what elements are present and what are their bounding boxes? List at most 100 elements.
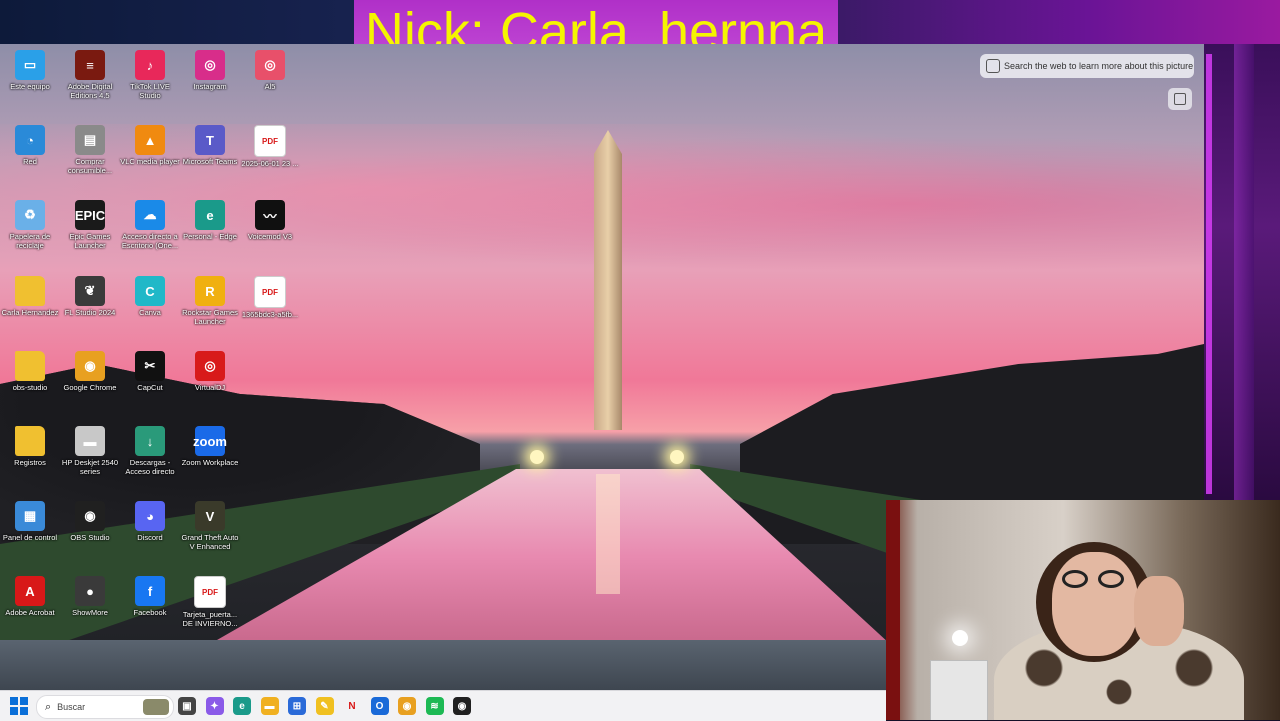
wallpaper-lamp bbox=[530, 450, 544, 464]
desktop-icon-label: Comprar consumible... bbox=[67, 157, 113, 175]
folder-icon bbox=[15, 276, 45, 306]
desktop-icon[interactable]: ◔ Red bbox=[0, 121, 60, 166]
desktop-icon-label: Discord bbox=[137, 533, 163, 542]
desktop-icon[interactable]: ◉ OBS Studio bbox=[60, 497, 120, 542]
desktop-icon[interactable]: C Canva bbox=[120, 272, 180, 317]
desktop-icon[interactable]: ▭ Este equipo bbox=[0, 46, 60, 91]
desktop-icon-label: obs-studio bbox=[12, 383, 48, 392]
desktop-icon-label: Este equipo bbox=[10, 82, 50, 91]
adobe-digital-editions-icon: ≡ bbox=[75, 50, 105, 80]
desktop-icon[interactable]: ◎ Al5 bbox=[240, 46, 300, 91]
desktop-icon[interactable]: R Rockstar Games Launcher bbox=[180, 272, 240, 326]
desktop-icon-label: Epic Games Launcher bbox=[69, 232, 111, 250]
desktop-icon[interactable]: Carla Hernandez bbox=[0, 272, 60, 317]
desktop-icon[interactable]: ❦ FL Studio 2024 bbox=[60, 272, 120, 317]
desktop-icon-label: Acceso directo a Escritorio (One... bbox=[121, 232, 179, 250]
start-button[interactable] bbox=[10, 697, 28, 715]
vlc-icon: ▲ bbox=[135, 125, 165, 155]
instagram-alt-icon: ◎ bbox=[255, 50, 285, 80]
wallpaper-lamp bbox=[670, 450, 684, 464]
desktop-icon[interactable]: ↓ Descargas - Acceso directo bbox=[120, 422, 180, 476]
tiktok-icon: ♪ bbox=[135, 50, 165, 80]
scan-icon bbox=[1174, 93, 1186, 105]
sticky-app-icon[interactable]: ✎ bbox=[315, 697, 334, 715]
desktop-icon[interactable]: PDF 2025-06-01 23 ... bbox=[240, 121, 300, 168]
desktop-icon[interactable]: obs-studio bbox=[0, 347, 60, 392]
visual-search-label: Search the web to learn more about this … bbox=[1004, 61, 1194, 71]
visual-search-button[interactable] bbox=[1168, 88, 1192, 110]
desktop-icon[interactable]: PDF 1365bdc3-a5fb... bbox=[240, 272, 300, 319]
desktop-icon[interactable]: ▦ Panel de control bbox=[0, 497, 60, 542]
pdf-icon: PDF bbox=[194, 576, 226, 608]
desktop-icon[interactable]: ◉ Google Chrome bbox=[60, 347, 120, 392]
desktop-icon[interactable]: T Microsoft Teams bbox=[180, 121, 240, 166]
desktop-icon[interactable]: ♻ Papelera de reciclaje bbox=[0, 196, 60, 250]
desktop-icon[interactable]: ◎ Instagram bbox=[180, 46, 240, 91]
fl-studio-icon: ❦ bbox=[75, 276, 105, 306]
voicemod-icon: 〰 bbox=[255, 200, 285, 230]
stream-frame-glow bbox=[1206, 54, 1212, 494]
desktop-icon[interactable]: f Facebook bbox=[120, 572, 180, 617]
desktop-icon[interactable]: EPIC Epic Games Launcher bbox=[60, 196, 120, 250]
taskbar: ⌕ Buscar ▣ ✦ e ▬ ⊞ ✎ N O ◉ ≋ ◉ bbox=[0, 690, 886, 721]
desktop-icon[interactable]: e Personal - Edge bbox=[180, 196, 240, 241]
desktop-icon-label: Grand Theft Auto V Enhanced bbox=[181, 533, 239, 551]
desktop-icon[interactable]: zoom Zoom Workplace bbox=[180, 422, 240, 467]
microsoft-store-icon[interactable]: ⊞ bbox=[288, 697, 306, 715]
desktop-icon-label: HP Deskjet 2540 series bbox=[61, 458, 119, 476]
webcam-person-face bbox=[1052, 552, 1138, 656]
file-explorer-icon[interactable]: ▬ bbox=[260, 697, 279, 715]
printer-shop-icon: ▤ bbox=[75, 125, 105, 155]
desktop-icon[interactable]: Registros bbox=[0, 422, 60, 467]
desktop-icon[interactable]: ◎ VirtualDJ bbox=[180, 347, 240, 392]
desktop-icon-label: Rockstar Games Launcher bbox=[182, 308, 238, 326]
desktop-icon[interactable]: ☁ Acceso directo a Escritorio (One... bbox=[120, 196, 180, 250]
virtualdj-icon: ◎ bbox=[195, 351, 225, 381]
desktop-icon-label: Al5 bbox=[264, 82, 276, 91]
printer-icon: ▬ bbox=[75, 426, 105, 456]
desktop-icon[interactable]: ▤ Comprar consumible... bbox=[60, 121, 120, 175]
folder-icon bbox=[15, 351, 45, 381]
onedrive-icon: ☁ bbox=[135, 200, 165, 230]
task-view-icon[interactable]: ▣ bbox=[178, 697, 196, 715]
visual-search-pill[interactable]: Search the web to learn more about this … bbox=[980, 54, 1194, 78]
desktop-icon[interactable]: A Adobe Acrobat bbox=[0, 572, 60, 617]
desktop-icon-label: Adobe Acrobat bbox=[5, 608, 55, 617]
desktop-icon[interactable]: PDF Tarjeta_puerta... DE INVIERNO... bbox=[180, 572, 240, 628]
desktop-icon[interactable]: 〰 Voicemod V3 bbox=[240, 196, 300, 241]
desktop-icon[interactable]: ▬ HP Deskjet 2540 series bbox=[60, 422, 120, 476]
instagram-icon: ◎ bbox=[195, 50, 225, 80]
desktop-icon-label: Adobe Digital Editions 4.5 bbox=[67, 82, 113, 100]
desktop-icon[interactable]: ● ShowMore bbox=[60, 572, 120, 617]
webcam-person-glasses bbox=[1062, 570, 1132, 590]
pdf-icon: PDF bbox=[254, 276, 286, 308]
desktop-icon[interactable]: ♪ TikTok LIVE Studio bbox=[120, 46, 180, 100]
desktop-icon-label: ShowMore bbox=[72, 608, 108, 617]
teams-icon: T bbox=[195, 125, 225, 155]
obs-icon[interactable]: ◉ bbox=[453, 697, 471, 715]
taskbar-search-placeholder: Buscar bbox=[57, 702, 86, 712]
desktop-icon-label: Zoom Workplace bbox=[181, 458, 239, 467]
gta-icon: V bbox=[195, 501, 225, 531]
taskbar-search[interactable]: ⌕ Buscar bbox=[36, 695, 174, 719]
webcam-cabinet bbox=[930, 660, 988, 720]
netflix-icon[interactable]: N bbox=[343, 697, 361, 715]
desktop-icon-label: Panel de control bbox=[2, 533, 58, 542]
copilot-icon[interactable]: ✦ bbox=[205, 697, 224, 715]
desktop-icon[interactable]: ◕ Discord bbox=[120, 497, 180, 542]
desktop-icon[interactable]: ≡ Adobe Digital Editions 4.5 bbox=[60, 46, 120, 100]
desktop-icon-label: Google Chrome bbox=[63, 383, 117, 392]
chrome-icon[interactable]: ◉ bbox=[398, 697, 416, 715]
desktop-icon[interactable]: ▲ VLC media player bbox=[120, 121, 180, 166]
desktop-icon-label: Voicemod V3 bbox=[247, 232, 293, 241]
outlook-icon[interactable]: O bbox=[370, 697, 389, 715]
search-highlight-icon bbox=[143, 699, 169, 715]
edge-icon[interactable]: e bbox=[233, 697, 251, 715]
rockstar-icon: R bbox=[195, 276, 225, 306]
computer-icon: ▭ bbox=[15, 50, 45, 80]
desktop-icon-label: Registros bbox=[14, 458, 46, 467]
visual-search-icon bbox=[986, 59, 1000, 73]
spotify-icon[interactable]: ≋ bbox=[425, 697, 444, 715]
desktop-icon[interactable]: V Grand Theft Auto V Enhanced bbox=[180, 497, 240, 551]
desktop-icon[interactable]: ✂ CapCut bbox=[120, 347, 180, 392]
